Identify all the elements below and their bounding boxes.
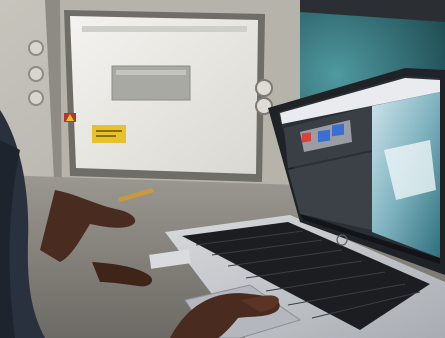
- panel-screen-titlebar: [82, 26, 247, 32]
- warning-label-text-line: [96, 130, 122, 132]
- warning-label-yellow: [92, 125, 126, 143]
- red-square-icon: [302, 132, 311, 143]
- scene-illustration: [0, 0, 445, 338]
- panel-screen-dialog-header: [116, 70, 186, 75]
- round-button-icon: [28, 90, 44, 106]
- round-button-icon: [28, 40, 44, 56]
- warning-label-text-line: [96, 135, 116, 137]
- blue-square-icon: [332, 123, 344, 137]
- photo-scene: [0, 0, 445, 338]
- round-button-icon: [28, 66, 44, 82]
- round-button-icon: [255, 79, 273, 97]
- blue-square-icon: [318, 129, 330, 143]
